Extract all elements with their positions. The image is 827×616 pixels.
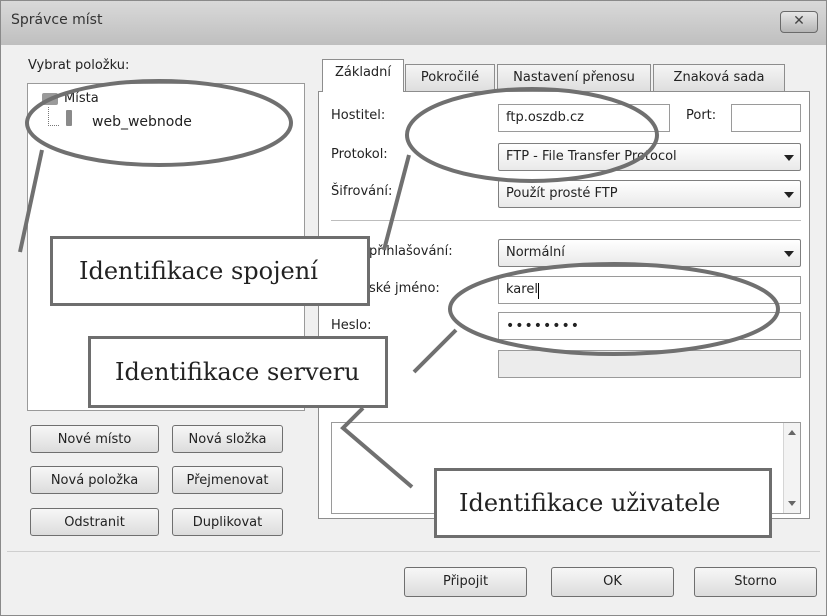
server-icon bbox=[66, 110, 72, 126]
username-label: ské jméno: bbox=[369, 281, 440, 296]
duplicate-button[interactable]: Duplikovat bbox=[172, 508, 283, 536]
divider bbox=[331, 220, 801, 221]
scrollbar[interactable] bbox=[783, 423, 800, 513]
ok-button[interactable]: OK bbox=[551, 567, 674, 597]
protocol-select[interactable]: FTP - File Transfer Protocol bbox=[498, 143, 801, 171]
encryption-label: Šifrování: bbox=[331, 184, 393, 199]
folder-icon bbox=[42, 93, 58, 105]
username-input[interactable]: karel bbox=[498, 276, 801, 304]
general-tab-panel: Hostitel: ftp.oszdb.cz Port: Protokol: F… bbox=[318, 91, 810, 519]
tree-item-web-webnode[interactable]: web_webnode bbox=[92, 114, 192, 130]
tab-transfer-settings[interactable]: Nastavení přenosu bbox=[497, 64, 651, 91]
tab-charset[interactable]: Znaková sada bbox=[653, 64, 785, 91]
user-callout: Identifikace uživatele bbox=[434, 468, 772, 538]
scroll-down-icon[interactable] bbox=[788, 501, 796, 506]
connection-callout: Identifikace spojení bbox=[50, 236, 370, 306]
port-label: Port: bbox=[686, 108, 717, 123]
username-value: karel bbox=[506, 282, 538, 297]
encryption-select[interactable]: Použít prosté FTP bbox=[498, 180, 801, 208]
host-label: Hostitel: bbox=[331, 108, 386, 123]
text-cursor bbox=[537, 283, 539, 299]
tree-connector bbox=[48, 107, 59, 126]
protocol-label: Protokol: bbox=[331, 147, 388, 162]
new-folder-button[interactable]: Nová složka bbox=[172, 425, 283, 453]
bottom-divider bbox=[7, 551, 820, 552]
port-input[interactable] bbox=[731, 104, 801, 132]
tree-root-label[interactable]: Místa bbox=[64, 91, 99, 106]
title-bar: Správce míst ✕ bbox=[1, 1, 826, 45]
chevron-down-icon bbox=[784, 192, 794, 198]
delete-button[interactable]: Odstranit bbox=[30, 508, 159, 536]
new-bookmark-button[interactable]: Nová položka bbox=[30, 466, 159, 494]
window-title: Správce míst bbox=[11, 12, 103, 28]
logon-type-label: přihlašování: bbox=[369, 244, 453, 259]
chevron-down-icon bbox=[784, 251, 794, 257]
password-label: Heslo: bbox=[331, 318, 372, 333]
connect-button[interactable]: Připojit bbox=[404, 567, 527, 597]
account-input bbox=[498, 350, 801, 378]
tab-general[interactable]: Základní bbox=[322, 59, 404, 92]
protocol-value: FTP - File Transfer Protocol bbox=[506, 149, 677, 164]
scroll-up-icon[interactable] bbox=[788, 430, 796, 435]
tab-advanced[interactable]: Pokročilé bbox=[405, 64, 495, 91]
server-callout: Identifikace serveru bbox=[88, 336, 388, 408]
rename-button[interactable]: Přejmenovat bbox=[172, 466, 283, 494]
encryption-value: Použít prosté FTP bbox=[506, 186, 618, 201]
logon-type-select[interactable]: Normální bbox=[498, 239, 801, 267]
logon-type-value: Normální bbox=[506, 245, 565, 260]
password-input[interactable]: •••••••• bbox=[498, 312, 801, 340]
select-entry-label: Vybrat položku: bbox=[28, 58, 130, 73]
new-site-button[interactable]: Nové místo bbox=[30, 425, 159, 453]
cancel-button[interactable]: Storno bbox=[694, 567, 817, 597]
host-input[interactable]: ftp.oszdb.cz bbox=[498, 104, 670, 132]
chevron-down-icon bbox=[784, 155, 794, 161]
close-button[interactable]: ✕ bbox=[780, 11, 818, 33]
